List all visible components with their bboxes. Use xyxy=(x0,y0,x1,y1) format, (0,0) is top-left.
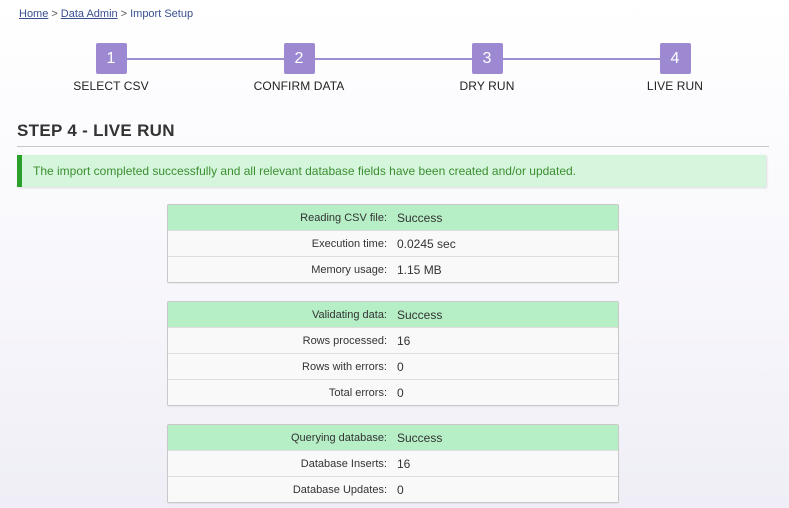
step-label: LIVE RUN xyxy=(646,79,704,93)
table-row: Total errors: 0 xyxy=(168,379,618,405)
row-value: 1.15 MB xyxy=(397,262,442,277)
breadcrumb-home-link[interactable]: Home xyxy=(19,8,48,20)
step-number: 2 xyxy=(283,43,315,74)
row-value: 16 xyxy=(397,456,411,471)
stepper-connector-line xyxy=(111,58,674,60)
step-number: 1 xyxy=(95,43,127,74)
step-label: SELECT CSV xyxy=(73,79,149,93)
row-value: 0 xyxy=(397,385,404,400)
step-live-run: 4 LIVE RUN xyxy=(605,43,745,93)
step-dry-run: 3 DRY RUN xyxy=(417,43,557,93)
table-row: Rows processed: 16 xyxy=(168,327,618,353)
row-value: Success xyxy=(397,210,443,225)
table-row: Reading CSV file: Success xyxy=(168,205,618,230)
row-label: Validating data: xyxy=(311,308,387,321)
table-row: Validating data: Success xyxy=(168,302,618,327)
row-label: Reading CSV file: xyxy=(300,211,387,224)
row-label: Memory usage: xyxy=(311,263,387,276)
breadcrumb-data-admin-link[interactable]: Data Admin xyxy=(61,8,118,20)
table-row: Database Updates: 0 xyxy=(168,476,618,502)
row-value: Success xyxy=(397,307,443,322)
row-label: Querying database: xyxy=(290,431,387,444)
row-value: 16 xyxy=(397,333,411,348)
row-value: Success xyxy=(397,430,443,445)
step-confirm-data: 2 CONFIRM DATA xyxy=(229,43,369,93)
row-label: Rows with errors: xyxy=(302,360,387,373)
table-row: Rows with errors: 0 xyxy=(168,353,618,379)
success-alert: The import completed successfully and al… xyxy=(17,155,766,187)
row-label: Database Inserts: xyxy=(300,457,387,470)
row-label: Rows processed: xyxy=(302,334,387,347)
page-title: STEP 4 - LIVE RUN xyxy=(17,121,769,147)
step-label: CONFIRM DATA xyxy=(253,79,345,93)
row-label: Execution time: xyxy=(311,237,387,250)
row-value: 0.0245 sec xyxy=(397,236,456,251)
csv-results-panel: Reading CSV file: Success Execution time… xyxy=(167,204,619,283)
table-row: Execution time: 0.0245 sec xyxy=(168,230,618,256)
step-number: 4 xyxy=(659,43,691,74)
table-row: Querying database: Success xyxy=(168,425,618,450)
breadcrumb-separator: > xyxy=(51,8,58,20)
step-number: 3 xyxy=(471,43,503,74)
breadcrumb-current: Import Setup xyxy=(130,8,194,20)
table-row: Memory usage: 1.15 MB xyxy=(168,256,618,282)
database-results-panel: Querying database: Success Database Inse… xyxy=(167,424,619,503)
row-label: Database Updates: xyxy=(292,483,387,496)
validation-results-panel: Validating data: Success Rows processed:… xyxy=(167,301,619,406)
step-label: DRY RUN xyxy=(459,79,515,93)
row-value: 0 xyxy=(397,359,404,374)
breadcrumb: Home > Data Admin > Import Setup xyxy=(19,8,193,20)
row-label: Total errors: xyxy=(328,386,387,399)
step-select-csv: 1 SELECT CSV xyxy=(41,43,181,93)
breadcrumb-separator: > xyxy=(120,8,128,20)
table-row: Database Inserts: 16 xyxy=(168,450,618,476)
import-stepper: 1 SELECT CSV 2 CONFIRM DATA 3 DRY RUN 4 … xyxy=(0,43,789,103)
row-value: 0 xyxy=(397,482,404,497)
